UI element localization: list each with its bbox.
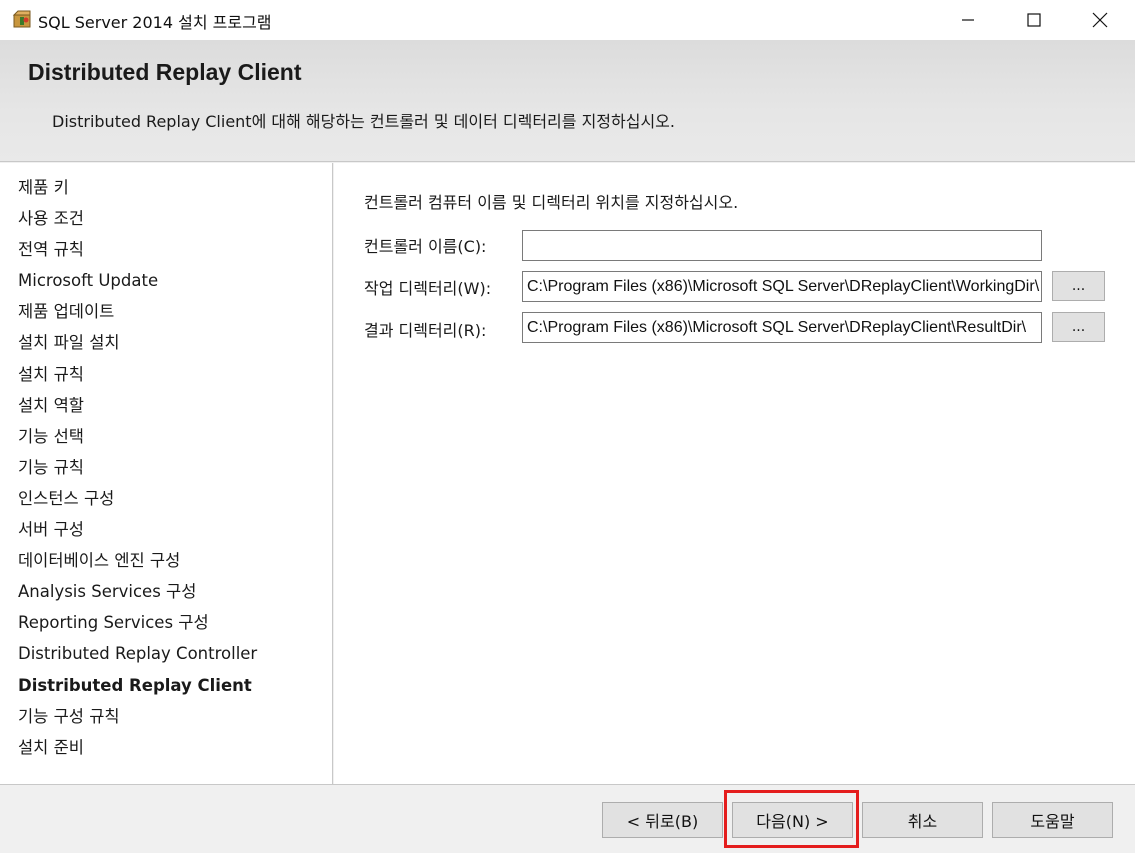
- window-title: SQL Server 2014 설치 프로그램: [38, 13, 272, 32]
- sidebar-item[interactable]: Analysis Services 구성: [18, 579, 257, 610]
- sidebar-item[interactable]: 기능 선택: [18, 424, 257, 455]
- working-dir-input[interactable]: C:\Program Files (x86)\Microsoft SQL Ser…: [522, 271, 1042, 302]
- footer-bar: < 뒤로(B) 다음(N) > 취소 도움말: [0, 784, 1135, 853]
- working-dir-browse-button[interactable]: ...: [1052, 271, 1105, 301]
- minimize-icon: [962, 19, 974, 21]
- sidebar-item[interactable]: Distributed Replay Controller: [18, 641, 257, 672]
- result-dir-label: 결과 디렉터리(R):: [364, 321, 487, 340]
- sidebar-item[interactable]: 제품 키: [18, 175, 257, 206]
- result-dir-input[interactable]: C:\Program Files (x86)\Microsoft SQL Ser…: [522, 312, 1042, 343]
- main-content: 컨트롤러 컴퓨터 이름 및 디렉터리 위치를 지정하십시오. 컨트롤러 이름(C…: [334, 163, 1135, 784]
- minimize-button[interactable]: [935, 0, 1001, 40]
- help-button[interactable]: 도움말: [992, 802, 1113, 838]
- sidebar-item[interactable]: 제품 업데이트: [18, 299, 257, 330]
- maximize-icon: [1027, 13, 1041, 27]
- sidebar-item[interactable]: 기능 규칙: [18, 455, 257, 486]
- sidebar-item[interactable]: 설치 파일 설치: [18, 330, 257, 361]
- sidebar-item[interactable]: 설치 역할: [18, 393, 257, 424]
- sidebar-item[interactable]: 설치 규칙: [18, 362, 257, 393]
- sidebar-item[interactable]: Reporting Services 구성: [18, 610, 257, 641]
- sidebar-item[interactable]: 기능 구성 규칙: [18, 704, 257, 735]
- back-button[interactable]: < 뒤로(B): [602, 802, 723, 838]
- controller-name-input[interactable]: [522, 230, 1042, 261]
- sidebar-item[interactable]: 전역 규칙: [18, 237, 257, 268]
- sidebar: 제품 키 사용 조건 전역 규칙 Microsoft Update 제품 업데이트 설치 …: [0, 163, 333, 784]
- sidebar-item[interactable]: 사용 조건: [18, 206, 257, 237]
- sidebar-item[interactable]: 데이터베이스 엔진 구성: [18, 548, 257, 579]
- sidebar-item[interactable]: 인스턴스 구성: [18, 486, 257, 517]
- result-dir-browse-button[interactable]: ...: [1052, 312, 1105, 342]
- next-button[interactable]: 다음(N) >: [732, 802, 853, 838]
- working-dir-label: 작업 디렉터리(W):: [364, 279, 492, 298]
- close-icon: [1092, 12, 1108, 28]
- page-title: Distributed Replay Client: [28, 59, 302, 85]
- close-button[interactable]: [1067, 0, 1133, 40]
- step-list: 제품 키 사용 조건 전역 규칙 Microsoft Update 제품 업데이트 설치 …: [18, 175, 257, 766]
- sidebar-item[interactable]: 서버 구성: [18, 517, 257, 548]
- controller-name-label: 컨트롤러 이름(C):: [364, 237, 487, 256]
- sidebar-item[interactable]: Distributed Replay Client: [18, 673, 257, 704]
- page-subtitle: Distributed Replay Client에 대해 해당하는 컨트롤러 …: [52, 112, 675, 131]
- cancel-button[interactable]: 취소: [862, 802, 983, 838]
- title-bar: SQL Server 2014 설치 프로그램: [0, 0, 1135, 40]
- sql-setup-box-icon: [12, 10, 31, 28]
- sidebar-item[interactable]: 설치 준비: [18, 735, 257, 766]
- sidebar-item[interactable]: Microsoft Update: [18, 268, 257, 299]
- instruction-text: 컨트롤러 컴퓨터 이름 및 디렉터리 위치를 지정하십시오.: [364, 193, 739, 212]
- page-header: Distributed Replay Client Distributed Re…: [0, 40, 1135, 162]
- maximize-button[interactable]: [1001, 0, 1067, 40]
